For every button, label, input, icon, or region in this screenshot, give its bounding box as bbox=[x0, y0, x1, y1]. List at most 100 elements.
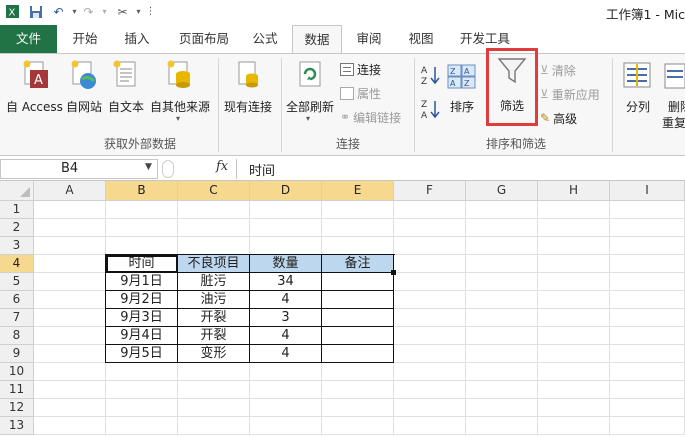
table-cell[interactable]: 开裂 bbox=[178, 309, 250, 327]
tools-icon[interactable]: ✂ bbox=[114, 3, 131, 20]
grid-cell[interactable] bbox=[466, 417, 538, 435]
row-header-1[interactable]: 1 bbox=[0, 201, 34, 219]
grid-cell[interactable] bbox=[178, 381, 250, 399]
grid-cell[interactable] bbox=[322, 417, 394, 435]
grid-cell[interactable] bbox=[394, 309, 466, 327]
grid-cell[interactable] bbox=[538, 381, 610, 399]
table-cell[interactable]: 开裂 bbox=[178, 327, 250, 345]
grid-cell[interactable] bbox=[538, 399, 610, 417]
grid-cell[interactable] bbox=[322, 201, 394, 219]
row-header-4[interactable]: 4 bbox=[0, 255, 34, 273]
grid-cell[interactable] bbox=[34, 219, 106, 237]
grid-cell[interactable] bbox=[394, 219, 466, 237]
table-cell[interactable] bbox=[322, 345, 394, 363]
from-access-button[interactable]: A 自 Access bbox=[4, 58, 64, 118]
grid-cell[interactable] bbox=[538, 417, 610, 435]
grid-cell[interactable] bbox=[610, 363, 685, 381]
grid-cell[interactable] bbox=[466, 345, 538, 363]
grid-cell[interactable] bbox=[466, 237, 538, 255]
filter-button[interactable]: 筛选 bbox=[490, 52, 534, 122]
column-header-f[interactable]: F bbox=[394, 181, 466, 201]
tab-data[interactable]: 数据 bbox=[292, 25, 342, 54]
grid-cell[interactable] bbox=[178, 237, 250, 255]
column-header-h[interactable]: H bbox=[538, 181, 610, 201]
column-header-c[interactable]: C bbox=[178, 181, 250, 201]
grid-cell[interactable] bbox=[106, 237, 178, 255]
table-cell[interactable]: 34 bbox=[250, 273, 322, 291]
grid-cell[interactable] bbox=[394, 327, 466, 345]
grid-cell[interactable] bbox=[610, 291, 685, 309]
table-header-cell[interactable]: 数量 bbox=[250, 255, 322, 273]
row-header-2[interactable]: 2 bbox=[0, 219, 34, 237]
redo-icon[interactable]: ↷ bbox=[80, 3, 97, 20]
row-header-6[interactable]: 6 bbox=[0, 291, 34, 309]
grid-cell[interactable] bbox=[610, 399, 685, 417]
table-header-cell[interactable]: 时间 bbox=[106, 255, 178, 273]
name-box[interactable]: B4 ▼ bbox=[0, 159, 158, 179]
grid-cell[interactable] bbox=[106, 201, 178, 219]
grid-cell[interactable] bbox=[466, 291, 538, 309]
grid-cell[interactable] bbox=[322, 237, 394, 255]
row-header-9[interactable]: 9 bbox=[0, 345, 34, 363]
table-cell[interactable]: 变形 bbox=[178, 345, 250, 363]
grid-cell[interactable] bbox=[106, 399, 178, 417]
table-cell[interactable]: 4 bbox=[250, 327, 322, 345]
table-cell[interactable]: 9月1日 bbox=[106, 273, 178, 291]
sort-za-button[interactable]: Z A bbox=[420, 98, 442, 121]
grid-cell[interactable] bbox=[538, 237, 610, 255]
app-icon[interactable]: X bbox=[4, 3, 21, 20]
text-to-columns-button[interactable]: 分列 bbox=[616, 58, 656, 120]
grid-cell[interactable] bbox=[466, 327, 538, 345]
reapply-button[interactable]: ⊻ 重新应用 bbox=[540, 84, 600, 104]
grid-cell[interactable] bbox=[610, 327, 685, 345]
insert-function-icon[interactable]: fx bbox=[216, 159, 228, 174]
grid-cell[interactable] bbox=[34, 291, 106, 309]
grid-cell[interactable] bbox=[34, 327, 106, 345]
column-header-g[interactable]: G bbox=[466, 181, 538, 201]
grid-cell[interactable] bbox=[538, 291, 610, 309]
table-cell[interactable]: 脏污 bbox=[178, 273, 250, 291]
table-cell[interactable]: 4 bbox=[250, 291, 322, 309]
grid-cell[interactable] bbox=[106, 363, 178, 381]
table-header-cell[interactable]: 不良项目 bbox=[178, 255, 250, 273]
grid-cell[interactable] bbox=[34, 273, 106, 291]
grid-cell[interactable] bbox=[250, 381, 322, 399]
customize-icon[interactable]: ⋮ bbox=[142, 3, 159, 20]
grid-cell[interactable] bbox=[178, 399, 250, 417]
refresh-all-button[interactable]: 全部刷新 ▾ bbox=[284, 58, 336, 130]
grid-cell[interactable] bbox=[394, 399, 466, 417]
grid-cell[interactable] bbox=[610, 273, 685, 291]
grid-cell[interactable] bbox=[538, 219, 610, 237]
grid-cell[interactable] bbox=[322, 399, 394, 417]
grid-cell[interactable] bbox=[466, 363, 538, 381]
grid-cell[interactable] bbox=[34, 201, 106, 219]
grid-cell[interactable] bbox=[178, 363, 250, 381]
column-header-d[interactable]: D bbox=[250, 181, 322, 201]
grid-cell[interactable] bbox=[538, 363, 610, 381]
table-cell[interactable]: 4 bbox=[250, 345, 322, 363]
column-header-a[interactable]: A bbox=[34, 181, 106, 201]
grid-cell[interactable] bbox=[610, 255, 685, 273]
column-header-b[interactable]: B bbox=[106, 181, 178, 201]
grid-cell[interactable] bbox=[250, 219, 322, 237]
grid-cell[interactable] bbox=[178, 219, 250, 237]
grid-cell[interactable] bbox=[538, 309, 610, 327]
grid-cell[interactable] bbox=[610, 345, 685, 363]
tab-formulas[interactable]: 公式 bbox=[242, 25, 288, 53]
grid-cell[interactable] bbox=[610, 201, 685, 219]
grid-cell[interactable] bbox=[106, 381, 178, 399]
grid-cell[interactable] bbox=[34, 237, 106, 255]
grid-cell[interactable] bbox=[322, 381, 394, 399]
undo-icon[interactable]: ↶ bbox=[50, 3, 67, 20]
table-cell[interactable]: 9月3日 bbox=[106, 309, 178, 327]
grid-cell[interactable] bbox=[394, 345, 466, 363]
grid-cell[interactable] bbox=[610, 417, 685, 435]
tab-review[interactable]: 审阅 bbox=[346, 25, 392, 53]
chevron-down-icon[interactable]: ▼ bbox=[145, 162, 152, 172]
grid-cell[interactable] bbox=[466, 273, 538, 291]
grid-cell[interactable] bbox=[34, 381, 106, 399]
table-cell[interactable]: 9月2日 bbox=[106, 291, 178, 309]
row-header-7[interactable]: 7 bbox=[0, 309, 34, 327]
grid-cell[interactable] bbox=[250, 237, 322, 255]
grid-cell[interactable] bbox=[466, 255, 538, 273]
